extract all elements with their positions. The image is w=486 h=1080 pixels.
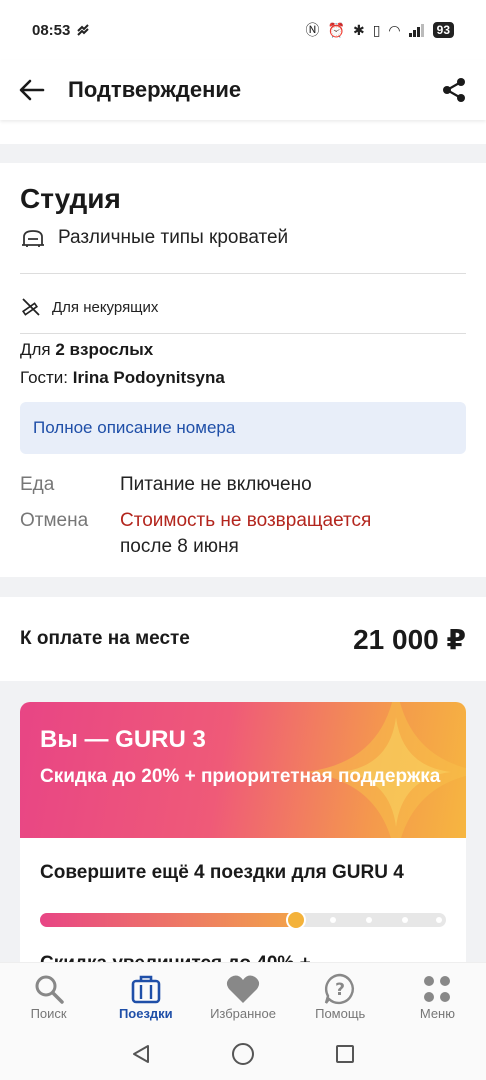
suitcase-icon — [131, 975, 161, 1004]
payment-amount: 21 000 ₽ — [353, 623, 466, 655]
nav-search[interactable]: Поиск — [0, 963, 97, 1028]
bed-type-label: Различные типы кроватей — [58, 227, 289, 248]
food-row: Еда Питание не включено — [20, 472, 466, 498]
guru-body: Совершите ещё 4 поездки для GURU 4 Скидк… — [20, 838, 466, 962]
share-button[interactable] — [440, 76, 468, 104]
progress-step-dot — [330, 917, 336, 923]
cancellation-label: Отмена — [20, 510, 89, 531]
guests-prefix: Гости: — [20, 368, 73, 387]
nav-label: Поиск — [30, 1006, 67, 1021]
guru-subtitle: Скидка до 20% + приоритетная поддержка — [40, 766, 441, 787]
guests-value: Irina Podoynitsyna — [72, 368, 225, 387]
recents-square-icon[interactable] — [334, 1043, 356, 1065]
guru-next-level: Совершите ещё 4 поездки для GURU 4 — [40, 862, 404, 883]
progress-step-dot — [402, 917, 408, 923]
menu-icon — [424, 976, 451, 1002]
cancellation-date-text: после 8 июня — [120, 536, 239, 557]
nav-label: Поездки — [118, 1006, 173, 1021]
status-icons: Ⓝ ⏰ ✱ ▯ ◠ 93 — [306, 20, 454, 40]
smoking-label: Для некурящих — [52, 298, 159, 316]
nav-favorites[interactable]: Избранное — [194, 963, 291, 1028]
status-bar: 08:53 Ⓝ ⏰ ✱ ▯ ◠ 93 — [0, 0, 486, 60]
room-section: Студия Различные типы кроватей Для некур… — [0, 183, 486, 560]
progress-step-dot — [366, 917, 372, 923]
nav-label: Меню — [419, 1006, 455, 1021]
nav-label: Помощь — [315, 1006, 366, 1021]
heart-icon — [226, 975, 260, 1003]
occupancy-line: Для 2 взрослых — [20, 340, 466, 360]
food-value: Питание не включено — [120, 474, 312, 495]
payment-row: К оплате на месте 21 000 ₽ — [0, 597, 486, 681]
arrow-left-icon — [19, 79, 45, 101]
room-title: Студия — [20, 183, 121, 214]
guru-banner: Вы — GURU 3 Скидка до 20% + приоритетная… — [20, 702, 466, 838]
app-header: Подтверждение — [0, 60, 486, 120]
bed-icon — [22, 230, 44, 247]
guests-line: Гости: Irina Podoynitsyna — [20, 368, 466, 388]
time-text: 08:53 — [32, 21, 71, 39]
share-icon — [443, 78, 465, 102]
payment-label: К оплате на месте — [20, 628, 190, 649]
occupancy-value: 2 взрослых — [55, 340, 154, 359]
nav-trips[interactable]: Поездки — [97, 963, 194, 1028]
section-divider — [0, 577, 486, 597]
guru-card[interactable]: Вы — GURU 3 Скидка до 20% + приоритетная… — [20, 702, 466, 962]
occupancy-prefix: Для — [20, 340, 56, 359]
svg-text:?: ? — [335, 980, 345, 1000]
non-refundable-text: Стоимость не возвращается — [120, 510, 372, 531]
nav-help[interactable]: ? Помощь — [292, 963, 389, 1028]
guru-title: Вы — GURU 3 — [40, 726, 206, 753]
battery-icon: 93 — [432, 22, 454, 38]
guru-next-benefit: Скидка увеличится до 40% + — [40, 953, 446, 962]
back-button[interactable] — [18, 76, 46, 104]
progress-step-dot — [436, 917, 442, 923]
back-triangle-icon[interactable] — [130, 1043, 152, 1065]
wifi-icon: ◠ — [388, 21, 401, 38]
content-scroll[interactable]: Студия Различные типы кроватей Для некур… — [0, 120, 486, 962]
progress-knob — [286, 910, 306, 930]
divider — [20, 273, 466, 274]
data-saver-icon — [77, 24, 90, 36]
status-time: 08:53 — [32, 22, 90, 39]
nfc-icon: Ⓝ — [305, 22, 320, 38]
page-title: Подтверждение — [68, 77, 242, 102]
smoking-row: Для некурящих — [20, 296, 466, 318]
bluetooth-icon: ✱ — [352, 21, 365, 38]
nav-menu[interactable]: Меню — [389, 963, 486, 1028]
guru-progress-bar — [40, 910, 446, 930]
vibrate-icon: ▯ — [372, 21, 381, 38]
system-nav-bar — [0, 1028, 486, 1080]
bottom-nav: Поиск Поездки Избранное ? Помощь Меню — [0, 962, 486, 1028]
food-label: Еда — [20, 474, 55, 495]
alarm-icon: ⏰ — [327, 21, 345, 38]
cancellation-row: Отмена Стоимость не возвращается после 8… — [20, 508, 466, 560]
no-smoking-icon — [22, 298, 40, 316]
bed-type-row: Различные типы кроватей — [20, 227, 466, 249]
section-divider — [0, 144, 486, 163]
nav-label: Избранное — [210, 1006, 276, 1021]
room-description-link[interactable]: Полное описание номера — [20, 402, 466, 454]
home-circle-icon[interactable] — [231, 1042, 255, 1066]
cancellation-value: Стоимость не возвращается после 8 июня — [120, 508, 466, 560]
progress-fill — [40, 913, 296, 927]
search-icon — [35, 975, 64, 1004]
help-icon: ? — [325, 973, 355, 1005]
signal-icon — [408, 24, 424, 37]
divider — [20, 333, 466, 334]
guru-section: Вы — GURU 3 Скидка до 20% + приоритетная… — [0, 681, 486, 962]
